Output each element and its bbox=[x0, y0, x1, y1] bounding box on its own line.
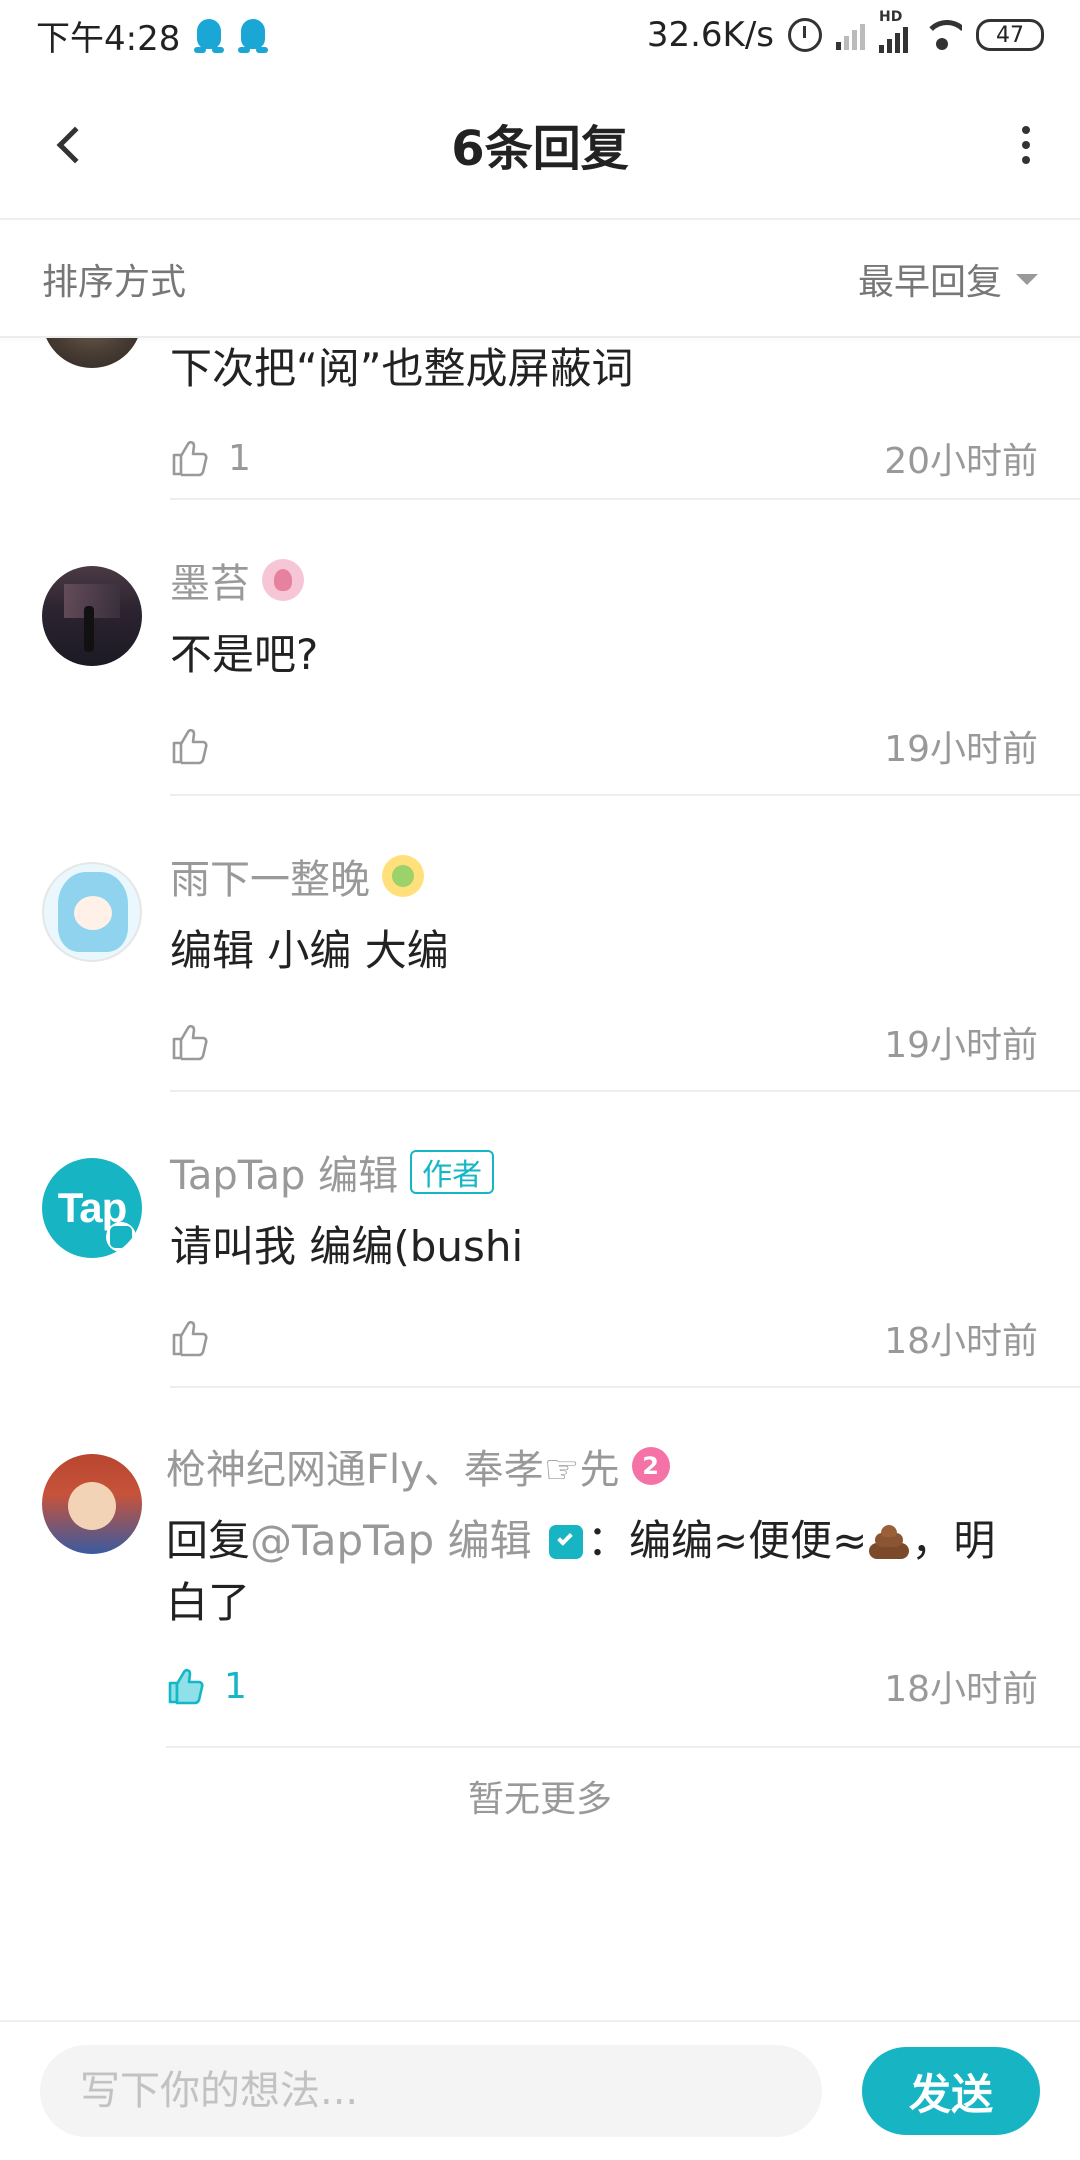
badge-icon bbox=[262, 559, 304, 601]
reply-prefix: 回复 bbox=[166, 1516, 251, 1565]
reply-content: 下次把“阅”也整成屏蔽词 bbox=[170, 344, 634, 393]
like-button[interactable] bbox=[170, 726, 228, 766]
comment-input[interactable] bbox=[40, 2045, 822, 2137]
sort-bar: 排序方式 最早回复 bbox=[0, 222, 1080, 338]
divider bbox=[166, 1746, 1080, 1748]
page-title: 6条回复 bbox=[451, 121, 629, 177]
reply-item: 墨苔 不是吧? 19小时前 bbox=[170, 552, 1080, 776]
qq-icon bbox=[238, 17, 269, 53]
thumbs-up-icon bbox=[172, 440, 208, 477]
signal-icon bbox=[836, 20, 865, 50]
divider bbox=[170, 498, 1080, 500]
thumbs-up-icon bbox=[172, 728, 208, 765]
net-speed: 32.6K/s bbox=[646, 15, 774, 55]
avatar[interactable]: Tap bbox=[42, 1158, 142, 1258]
like-count: 1 bbox=[224, 1665, 247, 1707]
username[interactable]: 墨苔 bbox=[170, 551, 250, 609]
poop-emoji-icon bbox=[867, 1521, 911, 1561]
level-number: 2 bbox=[642, 1452, 659, 1480]
battery-icon: 47 bbox=[976, 19, 1044, 51]
reply-time: 18小时前 bbox=[884, 1669, 1038, 1710]
status-time: 下午4:28 bbox=[36, 18, 181, 59]
reply-meta: 1 20小时前 bbox=[170, 428, 1080, 488]
sort-selected: 最早回复 bbox=[857, 262, 1002, 303]
status-right: 32.6K/s HD 47 bbox=[646, 9, 1044, 55]
alarm-icon bbox=[788, 18, 822, 52]
sort-label: 排序方式 bbox=[42, 262, 187, 303]
dot-icon bbox=[1022, 156, 1030, 164]
reply-content: 请叫我 编编(bushi bbox=[170, 1222, 524, 1271]
reply-meta: 19小时前 bbox=[170, 716, 1080, 776]
like-button[interactable]: 1 bbox=[166, 1666, 247, 1707]
reply-time: 19小时前 bbox=[884, 1025, 1038, 1066]
reply-body: ：编编≈便便≈ bbox=[586, 1516, 868, 1565]
author-tag: 作者 bbox=[410, 1150, 495, 1194]
avatar[interactable] bbox=[42, 566, 142, 666]
level-badge: 2 bbox=[631, 1447, 670, 1485]
thumbs-up-icon bbox=[172, 1024, 208, 1061]
divider bbox=[170, 794, 1080, 796]
like-button[interactable]: 1 bbox=[170, 438, 251, 479]
badge-icon bbox=[382, 855, 424, 897]
reply-time: 18小时前 bbox=[884, 1321, 1038, 1362]
composer-bar: 发送 bbox=[0, 2020, 1080, 2160]
reply-item: 雨下一整晚 编辑 小编 大编 19小时前 bbox=[170, 848, 1080, 1072]
username-row: 墨苔 bbox=[170, 552, 1080, 608]
status-left: 下午4:28 bbox=[36, 11, 269, 60]
send-button[interactable]: 发送 bbox=[862, 2047, 1040, 2135]
reply-item: 枪神纪网通Fly、奉孝☞先 2 回复@TapTap 编辑 ：编编≈便便≈ ，明白… bbox=[166, 1438, 1080, 1716]
username[interactable]: TapTap 编辑 bbox=[170, 1143, 398, 1201]
hd-label: HD bbox=[879, 9, 903, 25]
divider bbox=[170, 1090, 1080, 1092]
sort-select[interactable]: 最早回复 bbox=[858, 253, 1038, 305]
verified-icon bbox=[548, 1525, 583, 1559]
divider bbox=[170, 1386, 1080, 1388]
reply-time: 20小时前 bbox=[884, 441, 1038, 482]
reply-item: TapTap 编辑 作者 请叫我 编编(bushi 18小时前 bbox=[170, 1144, 1080, 1368]
reply-meta: 1 18小时前 bbox=[166, 1656, 1080, 1716]
dot-icon bbox=[1022, 141, 1030, 149]
username-row: TapTap 编辑 作者 bbox=[170, 1144, 1080, 1200]
username[interactable]: 雨下一整晚 bbox=[170, 847, 370, 905]
status-bar: 下午4:28 32.6K/s HD 47 bbox=[0, 0, 1080, 70]
reply-meta: 18小时前 bbox=[170, 1308, 1080, 1368]
dot-icon bbox=[1022, 126, 1030, 134]
username-row: 雨下一整晚 bbox=[170, 848, 1080, 904]
verified-icon bbox=[106, 1222, 136, 1252]
avatar[interactable] bbox=[42, 1454, 142, 1554]
hd-signal-icon: HD bbox=[879, 9, 908, 53]
avatar[interactable] bbox=[42, 862, 142, 962]
caret-down-icon bbox=[1016, 273, 1038, 285]
like-count: 1 bbox=[228, 437, 251, 479]
reply-meta: 19小时前 bbox=[170, 1012, 1080, 1072]
reply-time: 19小时前 bbox=[884, 729, 1038, 770]
username[interactable]: 枪神纪网通Fly、奉孝☞先 bbox=[166, 1437, 620, 1495]
qq-icon bbox=[194, 17, 225, 53]
avatar[interactable] bbox=[42, 338, 142, 368]
like-button[interactable] bbox=[170, 1318, 228, 1358]
header: 6条回复 bbox=[0, 70, 1080, 220]
reply-content: 不是吧? bbox=[170, 630, 319, 679]
thumbs-up-icon bbox=[172, 1320, 208, 1357]
username-row: 枪神纪网通Fly、奉孝☞先 2 bbox=[166, 1438, 1080, 1494]
reply-list: 下次把“阅”也整成屏蔽词 1 20小时前 墨苔 不是吧? 19小时前 雨下一整晚… bbox=[0, 338, 1080, 2020]
reply-content: 编辑 小编 大编 bbox=[170, 926, 449, 975]
no-more-text: 暂无更多 bbox=[467, 1779, 612, 1820]
back-button[interactable] bbox=[40, 115, 100, 175]
like-button[interactable] bbox=[170, 1022, 228, 1062]
more-options-button[interactable] bbox=[1016, 120, 1036, 170]
reply-content: 回复@TapTap 编辑 ：编编≈便便≈ ，明白了 bbox=[166, 1510, 1080, 1634]
wifi-icon bbox=[922, 20, 962, 50]
reply-item: 下次把“阅”也整成屏蔽词 1 20小时前 bbox=[170, 338, 1080, 488]
mention-link[interactable]: @TapTap 编辑 bbox=[250, 1516, 532, 1565]
thumbs-up-filled-icon bbox=[168, 1668, 204, 1705]
chevron-left-icon bbox=[56, 126, 94, 164]
